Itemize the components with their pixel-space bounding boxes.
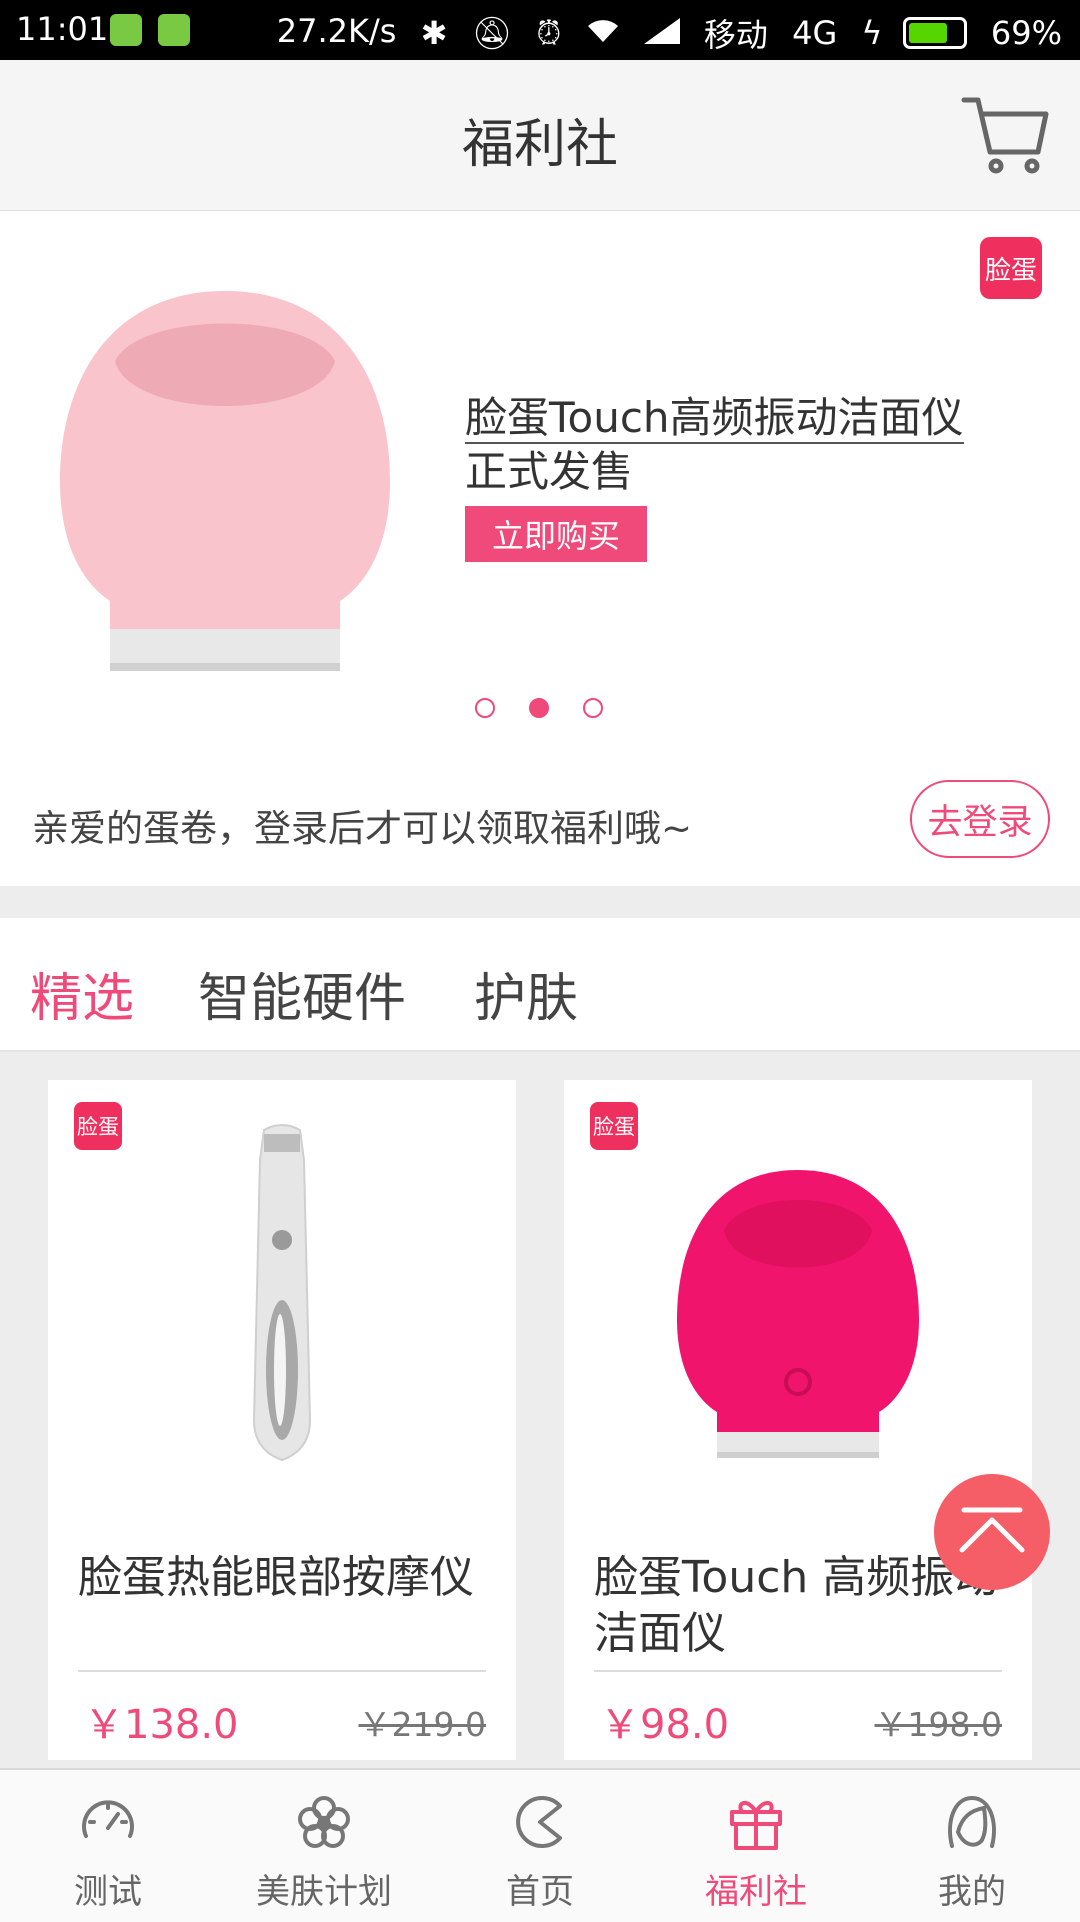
product-name: 脸蛋热能眼部按摩仪 xyxy=(78,1552,474,1603)
eye-massager-image xyxy=(48,1120,516,1620)
nav-label: 福利社 xyxy=(705,1872,807,1912)
battery-percent: 69% xyxy=(990,14,1062,52)
bluetooth-icon: ✱ xyxy=(420,14,448,52)
tab-skincare[interactable]: 护肤 xyxy=(474,956,578,1031)
app-header: 福利社 xyxy=(0,60,1080,211)
alarm-icon: ⏰︎ xyxy=(536,13,562,52)
flower-icon xyxy=(298,1796,350,1848)
bottom-nav: 测试 美肤计划 首页 福利社 我的 xyxy=(0,1768,1080,1922)
girl-face-icon xyxy=(948,1795,996,1848)
back-to-top-button[interactable] xyxy=(934,1474,1050,1590)
divider xyxy=(78,1670,486,1672)
nav-label: 测试 xyxy=(74,1872,142,1912)
category-tabs: 精选 智能硬件 护肤 xyxy=(0,918,1080,1052)
battery-app-icon xyxy=(110,14,142,46)
product-original-price: ￥219.0 xyxy=(358,1705,486,1744)
brand-badge: 脸蛋 xyxy=(980,237,1042,299)
product-card[interactable]: 脸蛋 脸蛋热能眼部按摩仪 ￥138.0 ￥219.0 xyxy=(48,1080,516,1760)
nav-item-welfare[interactable]: 福利社 xyxy=(648,1770,864,1922)
cart-icon[interactable] xyxy=(960,90,1050,180)
nav-item-home[interactable]: 首页 xyxy=(432,1770,648,1922)
status-bar: 11:01 27.2K/s ✱ 🔕︎ ⏰︎ 移动 4G ϟ 69% xyxy=(0,0,1080,60)
speedometer-icon xyxy=(82,1800,134,1838)
carousel-dot-1[interactable] xyxy=(475,698,495,718)
nav-label: 美肤计划 xyxy=(256,1872,392,1912)
gift-icon xyxy=(730,1801,782,1850)
carousel-dot-2[interactable] xyxy=(529,698,549,718)
network-speed: 27.2K/s xyxy=(276,12,397,50)
page-title: 福利社 xyxy=(461,115,618,175)
network-type: 4G xyxy=(792,14,838,52)
product-original-price: ￥198.0 xyxy=(874,1705,1002,1744)
status-right-group: 27.2K/s ✱ 🔕︎ ⏰︎ 移动 4G ϟ 69% xyxy=(277,10,1062,56)
buy-now-button[interactable]: 立即购买 xyxy=(465,506,647,562)
mute-bell-icon: 🔕︎ xyxy=(471,14,513,52)
status-time: 11:01 xyxy=(16,10,109,48)
carrier-label: 移动 xyxy=(703,16,768,54)
banner-title[interactable]: 脸蛋Touch高频振动洁面仪 正式发售 xyxy=(465,391,1005,499)
battery-icon xyxy=(902,17,967,49)
wifi-icon xyxy=(586,14,620,52)
nav-item-skin-plan[interactable]: 美肤计划 xyxy=(216,1770,432,1922)
product-price: ￥138.0 xyxy=(84,1702,239,1748)
product-card[interactable]: 脸蛋 脸蛋Touch 高频振动洁面仪 ￥98.0 ￥198.0 xyxy=(564,1080,1032,1760)
banner-title-line2: 正式发售 xyxy=(465,447,634,496)
login-prompt-text: 亲爱的蛋卷，登录后才可以领取福利哦~ xyxy=(32,807,693,850)
nav-label: 我的 xyxy=(938,1872,1006,1912)
nav-label: 首页 xyxy=(506,1872,574,1912)
arrow-up-icon xyxy=(959,1507,1025,1553)
pacman-icon xyxy=(516,1796,562,1848)
product-price: ￥98.0 xyxy=(600,1702,730,1748)
tab-smart-hardware[interactable]: 智能硬件 xyxy=(198,956,406,1031)
nav-item-test[interactable]: 测试 xyxy=(0,1770,216,1922)
carousel-dot-3[interactable] xyxy=(583,698,603,718)
login-button[interactable]: 去登录 xyxy=(910,780,1050,858)
divider xyxy=(594,1670,1002,1672)
charging-icon: ϟ xyxy=(861,14,883,52)
android-app-icon xyxy=(158,14,190,46)
tab-featured[interactable]: 精选 xyxy=(30,956,134,1031)
nav-item-mine[interactable]: 我的 xyxy=(864,1770,1080,1922)
facial-cleanser-image xyxy=(40,271,410,691)
signal-icon xyxy=(643,14,680,52)
banner-title-line1: 脸蛋Touch高频振动洁面仪 xyxy=(465,393,964,444)
login-prompt: 亲爱的蛋卷，登录后才可以领取福利哦~ 去登录 xyxy=(0,760,1080,886)
